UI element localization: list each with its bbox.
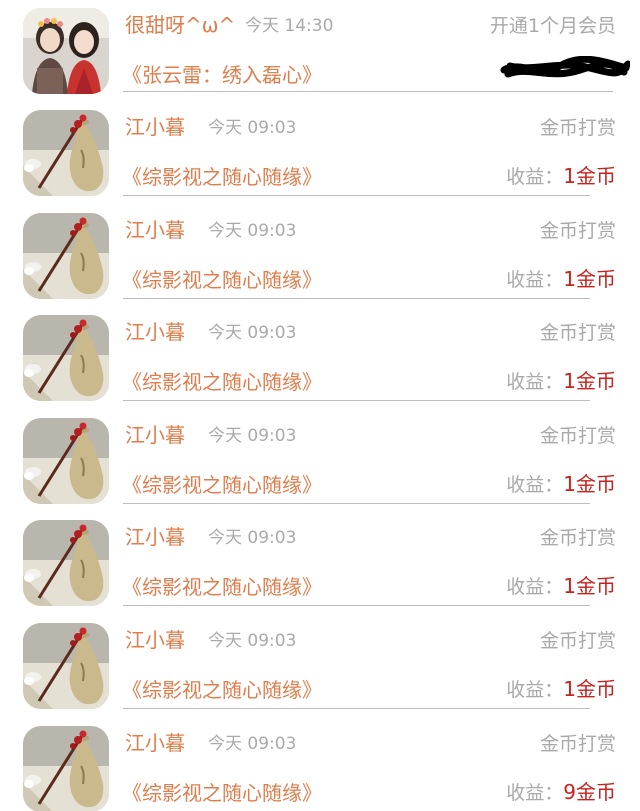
list-item[interactable]: 江小暮 今天 09:03 金币打赏 《综影视之随心随缘》 收益：1金币 <box>0 102 640 205</box>
list-item[interactable]: 江小暮 今天 09:03 金币打赏 《综影视之随心随缘》 收益：1金币 <box>0 615 640 718</box>
income: 收益：1金币 <box>506 163 616 190</box>
user-name[interactable]: 江小暮 <box>125 423 185 447</box>
timestamp: 今天 09:03 <box>208 631 297 651</box>
hairpin-vase-photo-avatar-icon <box>23 520 109 606</box>
user-name[interactable]: 江小暮 <box>125 525 185 549</box>
list-item[interactable]: 江小暮 今天 09:03 金币打赏 《综影视之随心随缘》 收益：1金币 <box>0 307 640 410</box>
book-title[interactable]: 《综影视之随心随缘》 <box>122 472 322 498</box>
income-amount: 1金币 <box>563 164 616 188</box>
income-amount: 1金币 <box>563 574 616 598</box>
income: 收益：1金币 <box>506 368 616 395</box>
two-girls-photo-avatar-icon <box>23 8 109 94</box>
list-item[interactable]: 江小暮 今天 09:03 金币打赏 《综影视之随心随缘》 收益：9金币 <box>0 718 640 811</box>
user-name[interactable]: 江小暮 <box>125 115 185 139</box>
timestamp: 今天 14:30 <box>245 16 334 36</box>
list-item[interactable]: 很甜呀^ω^ 今天 14:30 开通1个月会员 《张云雷：绣入磊心》 <box>0 0 640 103</box>
hairpin-vase-photo-avatar-icon <box>23 418 109 504</box>
user-name[interactable]: 江小暮 <box>125 731 185 755</box>
hairpin-vase-photo-avatar-icon <box>23 315 109 401</box>
book-title[interactable]: 《综影视之随心随缘》 <box>122 574 322 600</box>
avatar[interactable] <box>23 623 109 709</box>
transaction-type: 开通1个月会员 <box>489 15 616 37</box>
income-label: 收益： <box>506 474 564 496</box>
list-item[interactable]: 江小暮 今天 09:03 金币打赏 《综影视之随心随缘》 收益：1金币 <box>0 205 640 308</box>
user-name[interactable]: 江小暮 <box>125 628 185 652</box>
income-amount: 1金币 <box>563 267 616 291</box>
income-amount: 1金币 <box>563 472 616 496</box>
book-title[interactable]: 《综影视之随心随缘》 <box>122 164 322 190</box>
income-label: 收益： <box>506 576 564 598</box>
timestamp: 今天 09:03 <box>208 426 297 446</box>
book-title[interactable]: 《综影视之随心随缘》 <box>122 267 322 293</box>
transaction-type: 金币打赏 <box>539 220 616 242</box>
avatar[interactable] <box>23 418 109 504</box>
user-name[interactable]: 很甜呀^ω^ <box>125 13 235 37</box>
hairpin-vase-photo-avatar-icon <box>23 726 109 811</box>
row-divider <box>123 503 590 504</box>
row-divider <box>123 195 590 196</box>
book-title[interactable]: 《综影视之随心随缘》 <box>122 677 322 703</box>
user-name[interactable]: 江小暮 <box>125 320 185 344</box>
income-label: 收益： <box>506 269 564 291</box>
hairpin-vase-photo-avatar-icon <box>23 623 109 709</box>
income: 收益：1金币 <box>506 573 616 600</box>
timestamp: 今天 09:03 <box>208 221 297 241</box>
list-item[interactable]: 江小暮 今天 09:03 金币打赏 《综影视之随心随缘》 收益：1金币 <box>0 410 640 513</box>
list-item[interactable]: 江小暮 今天 09:03 金币打赏 《综影视之随心随缘》 收益：1金币 <box>0 512 640 615</box>
income: 收益：1金币 <box>506 676 616 703</box>
timestamp: 今天 09:03 <box>208 528 297 548</box>
transaction-type: 金币打赏 <box>539 527 616 549</box>
transaction-type: 金币打赏 <box>539 425 616 447</box>
user-name[interactable]: 江小暮 <box>125 218 185 242</box>
income-amount: 1金币 <box>563 369 616 393</box>
income-label: 收益： <box>506 166 564 188</box>
avatar[interactable] <box>23 726 109 811</box>
book-title[interactable]: 《张云雷：绣入磊心》 <box>122 62 322 88</box>
avatar[interactable] <box>23 8 109 94</box>
income-amount: 9金币 <box>563 780 616 804</box>
row-divider <box>123 708 590 709</box>
row-divider <box>123 605 590 606</box>
transaction-type: 金币打赏 <box>539 117 616 139</box>
row-divider <box>123 400 590 401</box>
timestamp: 今天 09:03 <box>208 323 297 343</box>
transaction-type: 金币打赏 <box>539 733 616 755</box>
hairpin-vase-photo-avatar-icon <box>23 110 109 196</box>
transaction-type: 金币打赏 <box>539 322 616 344</box>
redaction-scribble-icon <box>500 56 630 78</box>
income-label: 收益： <box>506 371 564 393</box>
income-label: 收益： <box>506 679 564 701</box>
income-label: 收益： <box>506 782 564 804</box>
row-divider <box>123 298 590 299</box>
avatar[interactable] <box>23 213 109 299</box>
avatar[interactable] <box>23 315 109 401</box>
book-title[interactable]: 《综影视之随心随缘》 <box>122 369 322 395</box>
hairpin-vase-photo-avatar-icon <box>23 213 109 299</box>
avatar[interactable] <box>23 520 109 606</box>
timestamp: 今天 09:03 <box>208 118 297 138</box>
row-divider <box>123 91 613 92</box>
book-title[interactable]: 《综影视之随心随缘》 <box>122 780 322 806</box>
income: 收益：9金币 <box>506 779 616 806</box>
avatar[interactable] <box>23 110 109 196</box>
income-amount: 1金币 <box>563 677 616 701</box>
income: 收益：1金币 <box>506 266 616 293</box>
transaction-type: 金币打赏 <box>539 630 616 652</box>
timestamp: 今天 09:03 <box>208 734 297 754</box>
income: 收益：1金币 <box>506 471 616 498</box>
